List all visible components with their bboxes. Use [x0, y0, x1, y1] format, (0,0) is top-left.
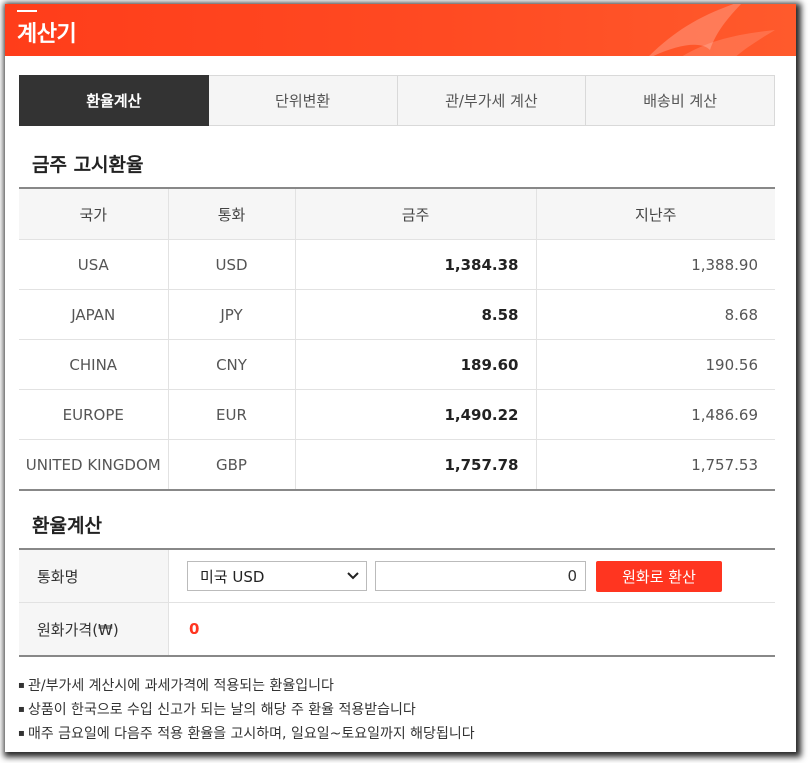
- country-cell: USA: [19, 239, 169, 290]
- rates-section-title: 금주 고시환율: [32, 154, 144, 176]
- krw-price-label: 원화가격(₩): [19, 603, 169, 655]
- column-header-country: 국가: [19, 188, 169, 240]
- this-week-rate-cell: 1,757.78: [295, 439, 537, 490]
- currency-cell: CNY: [168, 339, 296, 390]
- currency-select[interactable]: 미국 USD: [187, 561, 367, 591]
- currency-row: 통화명 미국 USD 원화로 환산: [19, 550, 775, 603]
- amount-input[interactable]: [375, 561, 586, 591]
- currency-cell: USD: [168, 239, 296, 290]
- tab-shipping-cost[interactable]: 배송비 계산: [586, 75, 775, 126]
- country-cell: UNITED KINGDOM: [19, 439, 169, 490]
- this-week-rate-cell: 189.60: [295, 339, 537, 390]
- country-cell: EUROPE: [19, 389, 169, 440]
- column-header-currency: 통화: [168, 188, 296, 240]
- currency-cell: JPY: [168, 289, 296, 340]
- column-header-this-week: 금주: [295, 188, 537, 240]
- note-item: 관/부가세 계산시에 과세가격에 적용되는 환율입니다: [18, 674, 475, 698]
- note-item: 매주 금요일에 다음주 적용 환율을 고시하며, 일요일~토요일까지 해당됩니다: [18, 722, 475, 746]
- calculator-window: 계산기 환율계산 단위변환 관/부가세 계산 배송비 계산 금주 고시환율 국가…: [5, 4, 796, 752]
- calculator-section-title: 환율계산: [32, 515, 102, 537]
- this-week-rate-cell: 8.58: [295, 289, 537, 340]
- country-cell: JAPAN: [19, 289, 169, 340]
- table-row: UNITED KINGDOM GBP 1,757.78 1,757.53: [19, 439, 775, 490]
- bird-watermark-icon: [649, 4, 775, 56]
- notes-list: 관/부가세 계산시에 과세가격에 적용되는 환율입니다 상품이 한국으로 수입 …: [18, 674, 475, 746]
- exchange-rate-table: 국가 통화 금주 지난주 USA USD 1,384.38 1,388.90 J…: [19, 187, 775, 491]
- table-header-row: 국가 통화 금주 지난주: [19, 188, 775, 240]
- currency-label: 통화명: [19, 550, 169, 602]
- table-row: CHINA CNY 189.60 190.56: [19, 339, 775, 390]
- country-cell: CHINA: [19, 339, 169, 390]
- window-title: 계산기: [17, 22, 77, 47]
- this-week-rate-cell: 1,384.38: [295, 239, 537, 290]
- last-week-rate-cell: 190.56: [705, 355, 759, 374]
- note-item: 상품이 한국으로 수입 신고가 되는 날의 해당 주 환율 적용받습니다: [18, 698, 475, 722]
- last-week-rate-cell: 8.68: [724, 305, 758, 324]
- title-bar: 계산기: [5, 4, 796, 56]
- krw-result-row: 원화가격(₩) 0: [19, 603, 775, 655]
- tab-customs-vat[interactable]: 관/부가세 계산: [397, 75, 587, 126]
- calculator-tabs: 환율계산 단위변환 관/부가세 계산 배송비 계산: [19, 75, 775, 126]
- currency-cell: EUR: [168, 389, 296, 440]
- last-week-rate-cell: 1,486.69: [691, 405, 758, 424]
- table-row: EUROPE EUR 1,490.22 1,486.69: [19, 389, 775, 440]
- currency-cell: GBP: [168, 439, 296, 490]
- currency-select-value: 미국 USD: [200, 567, 265, 586]
- table-row: JAPAN JPY 8.58 8.68: [19, 289, 775, 340]
- tab-unit-conversion[interactable]: 단위변환: [208, 75, 398, 126]
- title-accent-line: [17, 10, 37, 12]
- column-header-last-week: 지난주: [536, 188, 775, 240]
- convert-to-krw-button[interactable]: 원화로 환산: [596, 560, 722, 592]
- last-week-rate-cell: 1,388.90: [691, 255, 758, 274]
- chevron-down-icon: [347, 572, 359, 580]
- table-row: USA USD 1,384.38 1,388.90: [19, 239, 775, 290]
- krw-price-value: 0: [189, 620, 200, 638]
- last-week-rate-cell: 1,757.53: [691, 455, 758, 474]
- exchange-calculator-form: 통화명 미국 USD 원화로 환산 원화가격(₩) 0: [19, 548, 775, 657]
- tab-exchange-rate[interactable]: 환율계산: [19, 75, 209, 126]
- this-week-rate-cell: 1,490.22: [295, 389, 537, 440]
